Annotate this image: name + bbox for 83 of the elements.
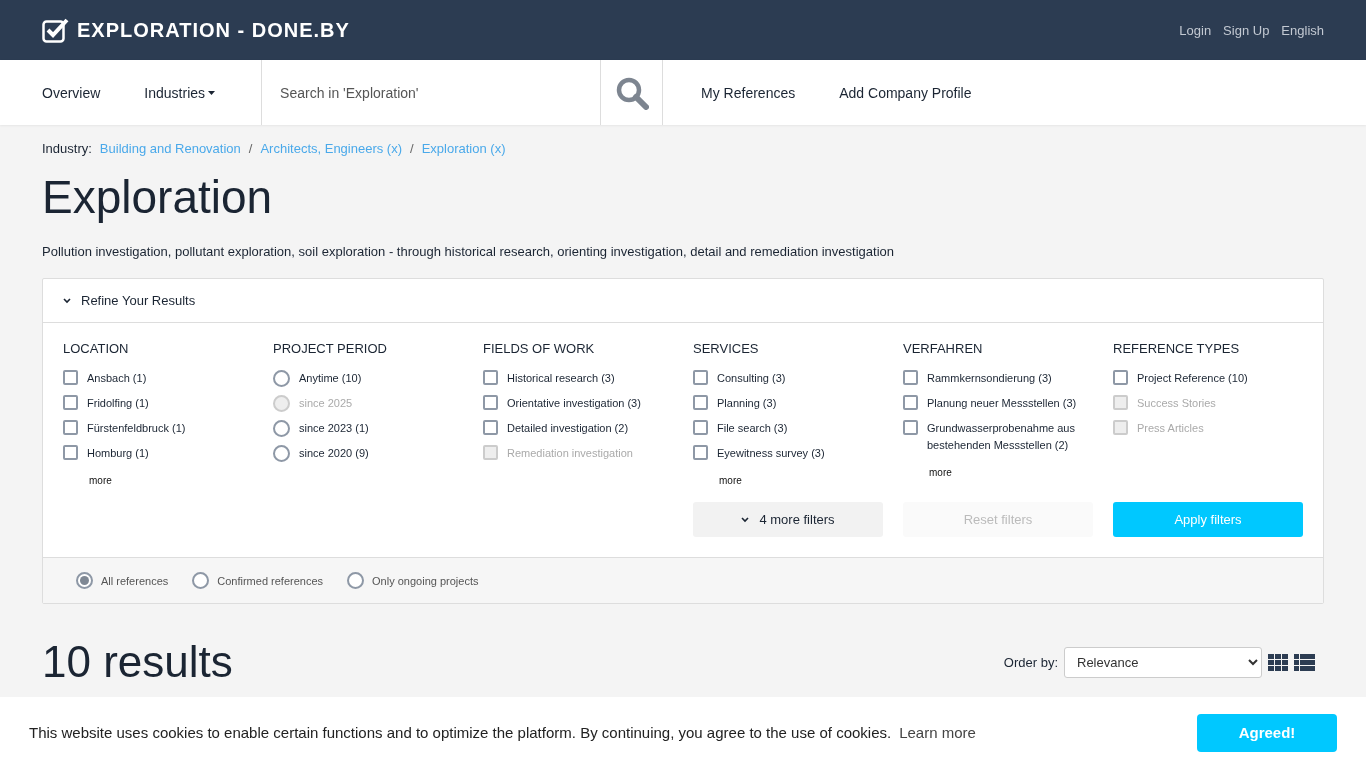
nav-link[interactable]: My References <box>701 60 796 125</box>
radio-label: Confirmed references <box>217 574 324 587</box>
option-label: Detailed investigation (2) <box>507 421 629 436</box>
checkbox[interactable] <box>63 445 78 460</box>
option-label: Remediation investigation <box>507 446 633 461</box>
more-link[interactable]: more <box>719 475 742 486</box>
filter-group-title: VERFAHREN <box>903 341 984 356</box>
grid-view-icon[interactable] <box>1268 654 1288 671</box>
checkbox[interactable] <box>693 370 708 385</box>
refine-toggle[interactable]: Refine Your Results <box>63 293 196 308</box>
chevron-icon <box>741 516 750 523</box>
learn-more-link[interactable]: Learn more <box>899 724 976 741</box>
radio-label: Only ongoing projects <box>372 574 479 587</box>
option-label: Planning (3) <box>717 396 777 411</box>
list-view-icon[interactable] <box>1294 654 1315 671</box>
nav-link[interactable]: Overview <box>42 60 101 125</box>
search-button[interactable] <box>601 60 664 125</box>
checkbox[interactable] <box>693 445 708 460</box>
filter-group-title: LOCATION <box>63 341 130 356</box>
checkbox[interactable] <box>483 395 498 410</box>
breadcrumb-label: Industry: <box>42 141 92 156</box>
radio-label: All references <box>101 574 169 587</box>
option-label: Orientative investigation (3) <box>507 396 641 411</box>
option-label: Homburg (1) <box>87 446 149 461</box>
search-icon <box>614 75 649 110</box>
radio-button[interactable] <box>347 572 365 589</box>
filter-group-title: REFERENCE TYPES <box>1113 341 1241 356</box>
filter-group-title: PROJECT PERIOD <box>273 341 388 356</box>
option-label: since 2025 <box>299 396 353 411</box>
option-label: Fridolfing (1) <box>87 396 149 411</box>
page-title: Exploration <box>42 170 274 224</box>
option-label: Planung neuer Messstellen (3) <box>927 396 1077 411</box>
option-label: Press Articles <box>1137 421 1204 436</box>
checkbox[interactable] <box>1113 370 1128 385</box>
chevron-icon <box>63 297 71 304</box>
option-label: Historical research (3) <box>507 371 615 386</box>
option-label: Project Reference (10) <box>1137 371 1248 386</box>
checkbox[interactable] <box>693 395 708 410</box>
checkbox-logo-icon <box>42 17 69 43</box>
cookie-text: This website uses cookies to enable certain functions and to optimize the platform. By continuing, you agree to the use of cookies. <box>29 724 892 741</box>
breadcrumb-separator: / <box>410 141 414 156</box>
radio-button[interactable] <box>273 370 290 387</box>
page-description: Pollution investigation, pollutant exploration, soil exploration - through historical research, orienting investigation, detail and remediation investigation <box>42 244 895 259</box>
checkbox[interactable] <box>693 420 708 435</box>
radio-button[interactable] <box>273 445 290 462</box>
header-link[interactable]: Login <box>1179 22 1212 38</box>
option-label: Ansbach (1) <box>87 371 147 386</box>
checkbox[interactable] <box>483 420 498 435</box>
more-link[interactable]: more <box>929 467 952 478</box>
nav-link[interactable]: Industries <box>144 60 216 125</box>
nav-link[interactable]: Add Company Profile <box>839 60 972 125</box>
checkbox[interactable] <box>483 370 498 385</box>
more-filters-button[interactable]: 4 more filters <box>693 502 883 537</box>
option-label: since 2023 (1) <box>299 421 369 436</box>
checkbox[interactable] <box>903 395 918 410</box>
option-label: File search (3) <box>717 421 788 436</box>
site-logo[interactable]: EXPLORATION - DONE.BY <box>77 18 350 42</box>
checkbox[interactable] <box>63 420 78 435</box>
checkbox[interactable] <box>63 370 78 385</box>
checkbox[interactable] <box>903 370 918 385</box>
option-label: since 2020 (9) <box>299 446 369 461</box>
header-link[interactable]: Sign Up <box>1223 22 1270 38</box>
results-count: 10 results <box>42 640 233 684</box>
checkbox[interactable] <box>903 420 918 435</box>
option-label: Eyewitness survey (3) <box>717 446 825 461</box>
option-label: Consulting (3) <box>717 371 786 386</box>
order-select[interactable]: Relevance <box>1064 647 1262 678</box>
more-link[interactable]: more <box>89 475 112 486</box>
option-label: Grundwasserprobenahme aus bestehenden Messstellen (2) <box>927 421 1076 453</box>
radio-button[interactable] <box>192 572 210 589</box>
option-label: Success Stories <box>1137 396 1216 411</box>
breadcrumb-separator: / <box>248 141 253 156</box>
header-link[interactable]: English <box>1281 22 1324 38</box>
radio-button[interactable] <box>273 420 290 437</box>
option-label: Rammkernsondierung (3) <box>927 371 1052 386</box>
option-label: Fürstenfeldbruck (1) <box>87 421 186 436</box>
option-label: Anytime (10) <box>299 371 362 386</box>
radio-button[interactable] <box>76 572 93 589</box>
order-label: Order by: <box>1003 655 1058 670</box>
checkbox[interactable] <box>63 395 78 410</box>
filter-group-title: FIELDS OF WORK <box>483 341 596 356</box>
search-field[interactable]: Search in 'Exploration' <box>262 60 601 125</box>
filter-group-title: SERVICES <box>693 341 760 356</box>
